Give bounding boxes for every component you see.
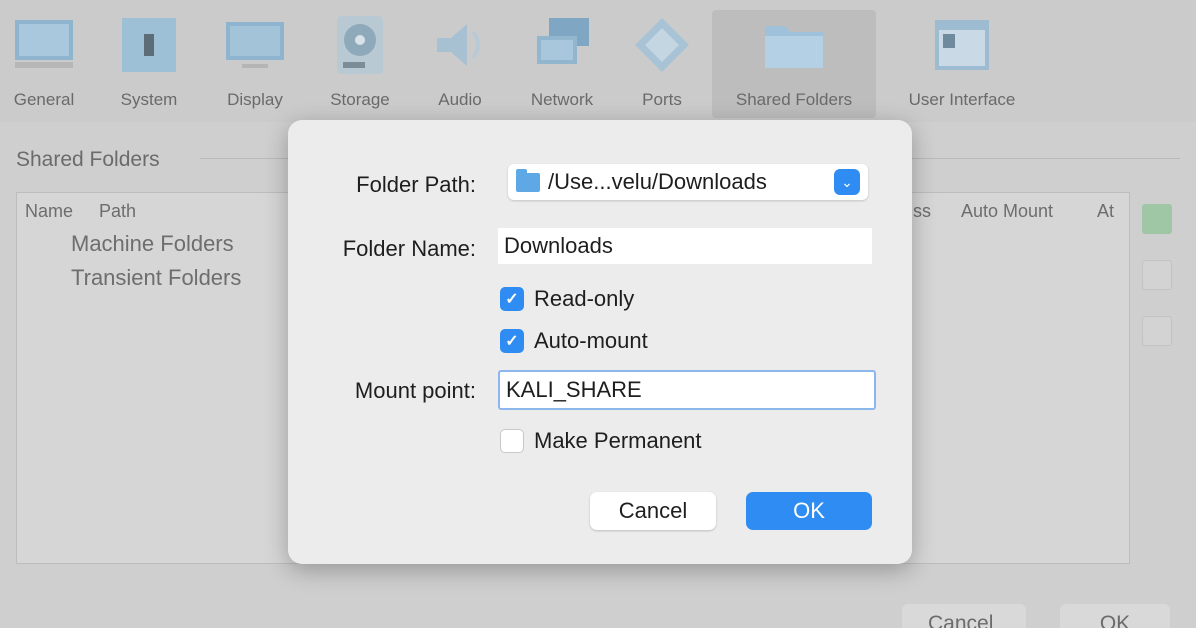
toolbar-label: Shared Folders: [735, 90, 853, 109]
make-permanent-label: Make Permanent: [534, 428, 702, 453]
cancel-button[interactable]: Cancel: [590, 492, 716, 530]
toolbar-label: Storage: [330, 90, 390, 109]
folder-icon: [516, 168, 540, 192]
chevron-down-icon[interactable]: ⌄: [834, 169, 860, 195]
make-permanent-checkbox[interactable]: [500, 429, 524, 453]
window-cancel-button[interactable]: Cancel: [902, 604, 1026, 628]
remove-folder-icon[interactable]: [1142, 316, 1172, 346]
ok-button[interactable]: OK: [746, 492, 872, 530]
auto-mount-label: Auto-mount: [534, 328, 648, 353]
toolbar-label: Audio: [438, 90, 482, 109]
column-header-at[interactable]: At: [1097, 201, 1114, 222]
folder-name-input[interactable]: [498, 228, 872, 264]
toolbar-label: System: [120, 90, 178, 109]
toolbar-item-shared-folders[interactable]: Shared Folders: [712, 10, 876, 118]
speaker-icon: [429, 14, 491, 76]
window-icon: [931, 14, 993, 76]
column-header-name[interactable]: Name: [25, 201, 73, 222]
add-share-dialog: Folder Path: /Use...velu/Downloads ⌄ Fol…: [288, 120, 912, 564]
mount-point-input[interactable]: [498, 370, 876, 410]
toolbar-label: Ports: [642, 90, 682, 109]
read-only-label: Read-only: [534, 286, 635, 311]
column-header-access[interactable]: ss: [913, 201, 931, 222]
toolbar-item-general[interactable]: General: [4, 10, 84, 118]
disk-icon: [329, 14, 391, 76]
make-permanent-checkbox-row[interactable]: Make Permanent: [500, 428, 702, 454]
toolbar-item-display[interactable]: Display: [214, 10, 296, 118]
toolbar-label: User Interface: [908, 90, 1016, 109]
toolbar-label: Display: [227, 90, 283, 109]
settings-toolbar: General System Display Storage Audio Net…: [0, 0, 1196, 122]
folder-path-value: /Use...velu/Downloads: [548, 169, 767, 194]
read-only-checkbox[interactable]: ✓: [500, 287, 524, 311]
mount-point-label: Mount point:: [354, 378, 476, 403]
add-folder-icon[interactable]: [1142, 204, 1172, 234]
toolbar-item-ports[interactable]: Ports: [628, 10, 696, 118]
table-row[interactable]: Transient Folders: [71, 265, 241, 291]
section-title: Shared Folders: [16, 148, 160, 171]
folder-icon: [763, 14, 825, 76]
read-only-checkbox-row[interactable]: ✓ Read-only: [500, 286, 634, 312]
toolbar-item-system[interactable]: System: [108, 10, 190, 118]
toolbar-label: General: [13, 90, 75, 109]
network-icon: [531, 14, 593, 76]
toolbar-item-user-interface[interactable]: User Interface: [894, 10, 1030, 118]
table-row[interactable]: Machine Folders: [71, 231, 234, 257]
port-icon: [631, 14, 693, 76]
toolbar-item-storage[interactable]: Storage: [318, 10, 402, 118]
display-icon: [224, 14, 286, 76]
auto-mount-checkbox-row[interactable]: ✓ Auto-mount: [500, 328, 648, 354]
chip-icon: [118, 14, 180, 76]
column-header-auto-mount[interactable]: Auto Mount: [961, 201, 1053, 222]
auto-mount-checkbox[interactable]: ✓: [500, 329, 524, 353]
toolbar-label: Network: [530, 90, 594, 109]
toolbar-item-audio[interactable]: Audio: [424, 10, 496, 118]
toolbar-item-network[interactable]: Network: [516, 10, 608, 118]
monitor-icon: [13, 14, 75, 76]
folder-name-label: Folder Name:: [342, 236, 476, 261]
edit-folder-icon[interactable]: [1142, 260, 1172, 290]
window-ok-button[interactable]: OK: [1060, 604, 1170, 628]
folder-path-label: Folder Path:: [356, 172, 476, 197]
folder-path-select[interactable]: /Use...velu/Downloads ⌄: [508, 164, 868, 200]
column-header-path[interactable]: Path: [99, 201, 136, 222]
